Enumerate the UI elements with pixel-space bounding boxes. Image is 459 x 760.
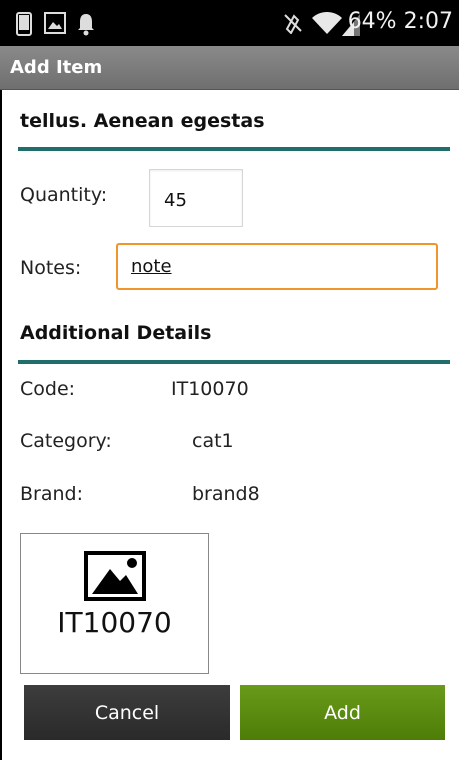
bell-icon bbox=[78, 14, 94, 36]
wifi-icon bbox=[312, 12, 342, 34]
additional-details-title: Additional Details bbox=[20, 322, 212, 344]
category-label: Category: bbox=[20, 430, 112, 452]
battery-percent: 64% bbox=[347, 9, 397, 34]
thumbnail-label: IT10070 bbox=[57, 606, 172, 639]
quantity-input[interactable]: 45 bbox=[149, 169, 243, 227]
battery-time-readout: 64% 2:07 bbox=[348, 9, 453, 34]
phone-icon bbox=[16, 12, 32, 36]
add-button[interactable]: Add bbox=[240, 685, 445, 740]
notes-label: Notes: bbox=[20, 257, 82, 279]
image-icon bbox=[84, 551, 146, 601]
page-title: Add Item bbox=[10, 57, 103, 78]
notes-input[interactable]: note bbox=[116, 243, 438, 290]
notes-value: note bbox=[131, 256, 172, 277]
quantity-value: 45 bbox=[164, 190, 187, 211]
brand-label: Brand: bbox=[20, 483, 83, 505]
code-value: IT10070 bbox=[171, 378, 249, 400]
cancel-button[interactable]: Cancel bbox=[24, 685, 230, 740]
details-divider bbox=[18, 360, 450, 364]
brand-value: brand8 bbox=[192, 483, 260, 505]
clock: 2:07 bbox=[403, 9, 453, 34]
left-edge bbox=[0, 90, 2, 760]
mute-icon bbox=[284, 14, 302, 34]
item-thumbnail[interactable]: IT10070 bbox=[20, 533, 209, 674]
top-divider bbox=[18, 147, 450, 151]
title-bar: Add Item bbox=[0, 46, 459, 90]
item-name: tellus. Aenean egestas bbox=[20, 110, 265, 132]
gallery-icon bbox=[44, 12, 66, 34]
category-value: cat1 bbox=[192, 430, 234, 452]
code-label: Code: bbox=[20, 378, 76, 400]
status-bar: 64% 2:07 bbox=[0, 0, 459, 46]
quantity-label: Quantity: bbox=[20, 184, 108, 206]
